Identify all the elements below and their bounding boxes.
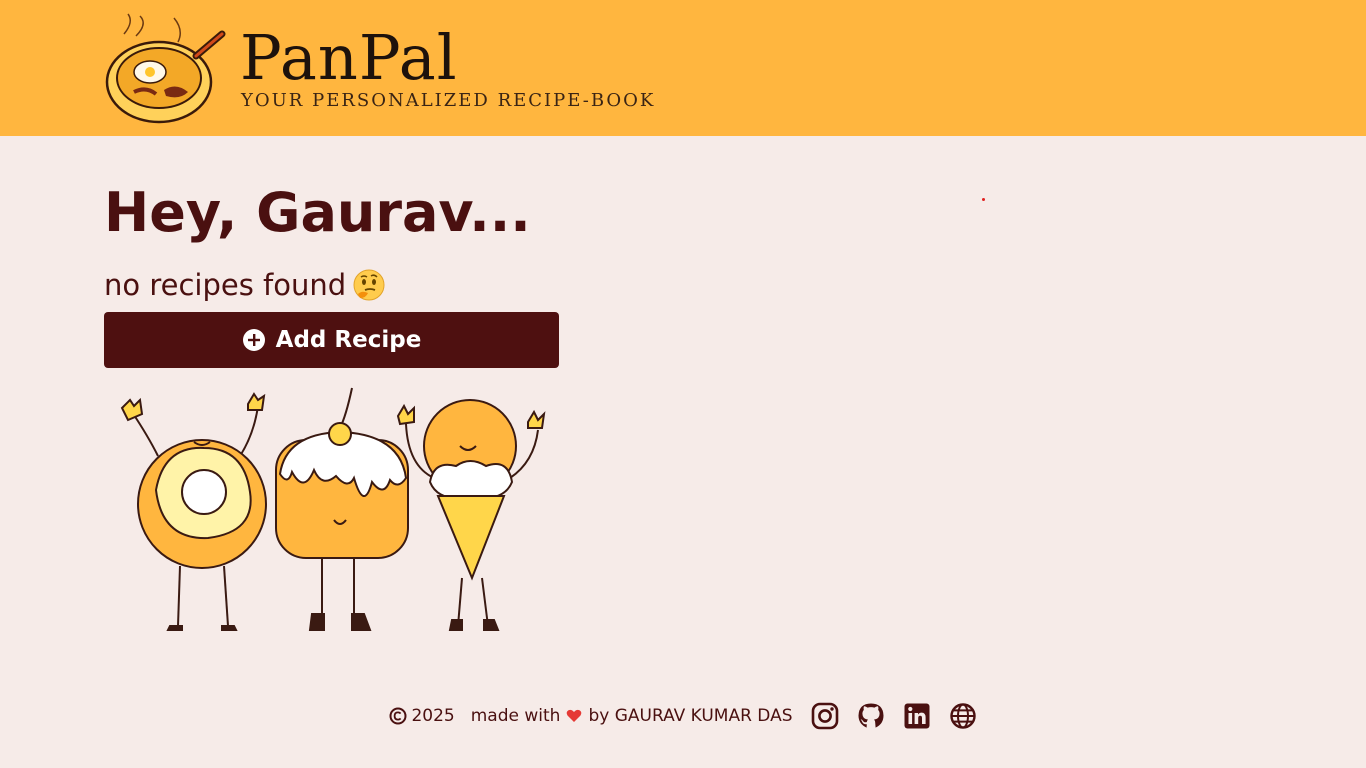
github-icon[interactable] [857, 702, 885, 730]
globe-icon[interactable] [949, 702, 977, 730]
thinking-face-emoji-icon [353, 269, 385, 301]
empty-state-message: no recipes found [104, 266, 386, 304]
site-header: PanPal YOUR PERSONALIZED RECIPE-BOOK [0, 0, 1366, 136]
heart-icon [567, 709, 582, 722]
instagram-icon[interactable] [811, 702, 839, 730]
greeting-heading: Hey, Gaurav... [104, 181, 531, 244]
add-recipe-button[interactable]: Add Recipe [104, 312, 559, 368]
social-links [811, 702, 977, 730]
add-recipe-label: Add Recipe [275, 327, 422, 353]
brand-title[interactable]: PanPal [240, 20, 458, 96]
empty-state-text: no recipes found [104, 268, 347, 302]
donut-character [120, 392, 267, 631]
made-with-text: made with [470, 706, 561, 726]
copyright: 2025 [389, 706, 455, 726]
cake-character [275, 387, 409, 631]
copyright-icon [389, 707, 407, 725]
copyright-year: 2025 [411, 706, 455, 726]
brand-tagline: YOUR PERSONALIZED RECIPE-BOOK [241, 90, 656, 111]
food-characters-illustration [120, 387, 546, 631]
author-credit: by GAURAV KUMAR DAS [588, 706, 793, 726]
decorative-dot [982, 198, 985, 201]
plus-circle-icon [242, 329, 265, 351]
credit-text: made with by GAURAV KUMAR DAS [471, 706, 793, 726]
linkedin-icon[interactable] [903, 702, 931, 730]
ice-cream-character [396, 399, 546, 631]
site-footer: 2025 made with by GAURAV KUMAR DAS [0, 696, 1366, 736]
frying-pan-logo-icon[interactable] [104, 12, 226, 126]
